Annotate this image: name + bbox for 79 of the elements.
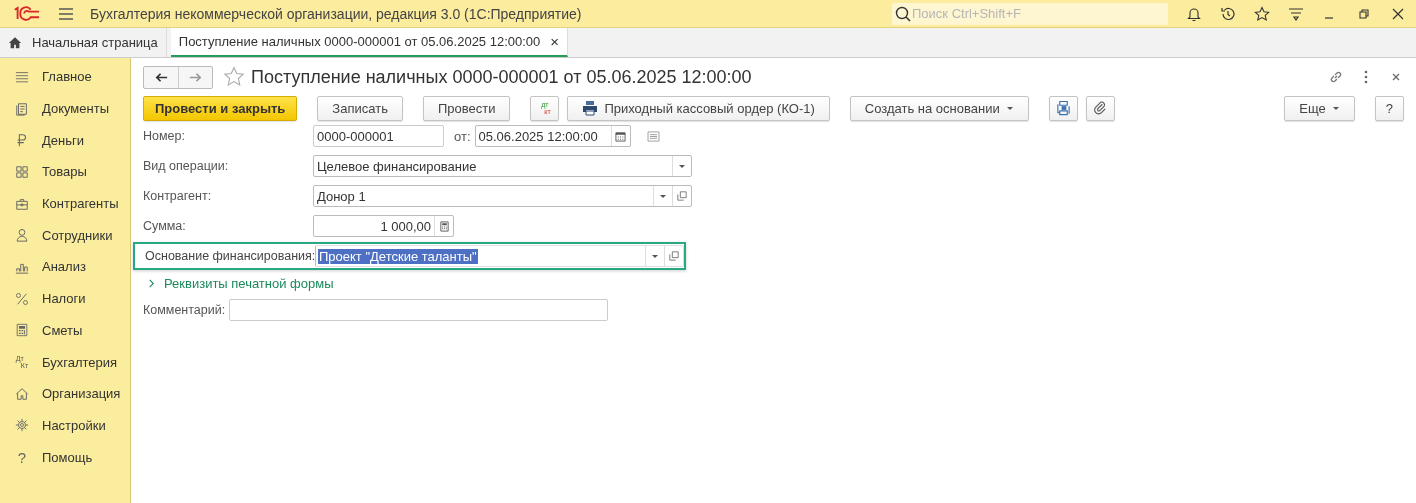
home-icon	[8, 35, 22, 50]
sidebar-item[interactable]: Документы	[0, 92, 130, 125]
select-field[interactable]: Целевое финансирование	[313, 155, 692, 177]
hierarchy-icon	[1055, 100, 1071, 116]
close-tab-button[interactable]: ×	[550, 33, 560, 50]
dropdown-button[interactable]: Создать на основании	[849, 95, 1029, 121]
post-and-close-button[interactable]: Провести и закрыть	[143, 95, 298, 121]
sidebar-item[interactable]: Сметы	[0, 314, 130, 347]
sidebar-item[interactable]: Контрагенты	[0, 187, 130, 220]
grid-icon	[15, 164, 29, 179]
sidebar-item[interactable]: Организация	[0, 377, 130, 410]
date-input[interactable]: 05.06.2025 12:00:00	[475, 128, 611, 144]
window-title: Бухгалтерия некоммерческой организации, редакция 3.0 (1С:Предприятие)	[90, 5, 582, 22]
field-label: Номер:	[143, 129, 186, 143]
sidebar-item[interactable]: Настройки	[0, 409, 130, 442]
sidebar-item[interactable]: Налоги	[0, 282, 130, 315]
comment-field[interactable]	[229, 299, 609, 321]
menu-icon[interactable]	[58, 5, 74, 22]
field-label: Вид операции:	[143, 159, 230, 173]
tab[interactable]: Поступление наличных 0000-000001 от 05.06.2025 12:00:00 ×	[170, 28, 569, 57]
sidebar-item[interactable]: ? Помощь	[0, 441, 130, 473]
caret-icon[interactable]	[651, 252, 659, 260]
field-label: Сумма:	[143, 219, 187, 233]
amount-field[interactable]: 1 000,00	[313, 215, 454, 237]
field-label: от:	[454, 128, 471, 144]
person-icon	[15, 228, 29, 243]
calculator-icon	[15, 323, 29, 338]
star-icon[interactable]	[223, 66, 245, 88]
bell-icon[interactable]	[1186, 5, 1202, 22]
history-icon[interactable]	[1220, 5, 1236, 22]
chevron-icon	[147, 278, 156, 288]
more-button[interactable]: Еще	[1284, 95, 1355, 121]
caret-icon	[1005, 104, 1014, 112]
settings-icon	[15, 418, 29, 433]
structure-button[interactable]	[1048, 95, 1078, 121]
group-toggle[interactable]: Реквизиты печатной формы	[143, 271, 334, 295]
toolbar-button[interactable]: Записать	[317, 95, 403, 121]
house-icon	[15, 386, 29, 401]
calendar-icon[interactable]	[615, 130, 626, 142]
toolbar-button[interactable]: Провести	[422, 95, 511, 121]
caret-icon[interactable]	[659, 192, 667, 200]
search-icon[interactable]	[895, 5, 911, 22]
attach-button[interactable]	[1085, 95, 1115, 121]
form-title: Поступление наличных 0000-000001 от 05.06.2025 12:00:00	[251, 66, 752, 88]
amount-input[interactable]: 1 000,00	[314, 218, 434, 234]
field-label: Контрагент:	[143, 189, 213, 203]
printer-icon	[582, 100, 599, 116]
caret-icon[interactable]	[678, 162, 686, 170]
percent-icon	[15, 291, 29, 306]
caret-icon	[1331, 104, 1340, 112]
briefcase-icon	[15, 196, 29, 211]
sidebar-item[interactable]: Товары	[0, 156, 130, 188]
number-field[interactable]: 0000-000001	[313, 125, 444, 147]
help-button[interactable]: ?	[1374, 95, 1404, 121]
list-icon[interactable]	[646, 130, 660, 142]
help-icon: ?	[17, 448, 27, 466]
field-label: Комментарий:	[143, 303, 226, 317]
star-icon[interactable]	[1254, 5, 1270, 22]
field-label: Основание финансирования:	[145, 249, 315, 263]
print-button[interactable]: Приходный кассовый ордер (КО-1)	[567, 95, 830, 121]
sidebar-item[interactable]: Главное	[0, 61, 130, 93]
copy-icon[interactable]	[669, 251, 679, 261]
calculator-icon[interactable]	[438, 220, 450, 232]
document-icon	[15, 101, 29, 116]
paperclip-icon	[1092, 100, 1108, 116]
sidebar-item[interactable]: Сотрудники	[0, 219, 130, 252]
logo-icon	[12, 6, 40, 21]
lookup-field[interactable]: Донор 1	[313, 185, 692, 207]
link-icon[interactable]	[1328, 69, 1344, 85]
tab[interactable]: Начальная страница	[0, 28, 167, 57]
menu-icon	[15, 69, 29, 84]
date-field[interactable]: 05.06.2025 12:00:00	[474, 125, 631, 147]
sidebar-item[interactable]: Деньги	[0, 124, 130, 157]
ruble-icon	[15, 133, 29, 148]
filter-icon[interactable]	[1288, 5, 1304, 22]
copy-icon[interactable]	[677, 191, 687, 201]
sidebar-item[interactable]: Анализ	[0, 251, 130, 283]
lookup-field[interactable]: Проект "Детские таланты"	[315, 245, 684, 267]
search-field[interactable]: Поиск Ctrl+Shift+F	[892, 2, 1168, 25]
